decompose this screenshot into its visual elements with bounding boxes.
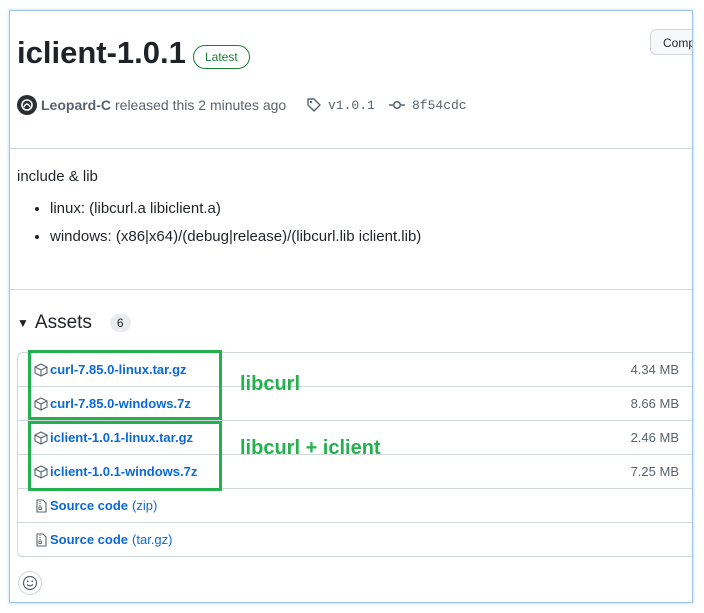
notes-intro: include & lib bbox=[17, 168, 98, 185]
released-text: released this 2 minutes ago bbox=[115, 97, 287, 113]
reaction-button[interactable] bbox=[18, 571, 42, 595]
commit-sha: 8f54cdc bbox=[412, 97, 467, 113]
tag-label: v1.0.1 bbox=[328, 97, 375, 113]
asset-size: 8.66 MB bbox=[630, 396, 679, 411]
divider bbox=[10, 148, 692, 149]
smiley-icon bbox=[22, 575, 38, 591]
highlight-box-curl bbox=[28, 350, 222, 420]
tag-link[interactable]: v1.0.1 bbox=[306, 97, 375, 113]
latest-badge: Latest bbox=[193, 45, 250, 69]
release-meta: Leopard-C released this 2 minutes ago bbox=[17, 95, 286, 115]
commit-icon bbox=[389, 100, 405, 110]
annotation-libcurl-iclient: libcurl + iclient bbox=[240, 437, 381, 459]
release-title[interactable]: iclient-1.0.1 bbox=[17, 35, 186, 71]
divider bbox=[10, 289, 692, 290]
list-item: windows: (x86|x64)/(debug|release)/(libc… bbox=[50, 227, 421, 246]
avatar[interactable] bbox=[17, 95, 37, 115]
assets-heading: Assets bbox=[34, 312, 92, 333]
highlight-box-iclient bbox=[28, 421, 222, 491]
notes-list: linux: (libcurl.a libiclient.a) windows:… bbox=[30, 199, 421, 255]
asset-size: 4.34 MB bbox=[630, 362, 679, 377]
list-item: linux: (libcurl.a libiclient.a) bbox=[50, 199, 421, 218]
commit-link[interactable]: 8f54cdc bbox=[388, 97, 467, 113]
source-targz-link[interactable]: Source code bbox=[50, 532, 128, 547]
source-zip-ext: (zip) bbox=[132, 498, 158, 513]
avatar-icon bbox=[21, 99, 33, 111]
annotation-libcurl: libcurl bbox=[240, 373, 301, 395]
source-zip-link[interactable]: Source code bbox=[50, 498, 128, 513]
asset-row[interactable]: Source code (zip) bbox=[18, 488, 692, 522]
asset-size: 7.25 MB bbox=[630, 464, 679, 479]
author-link[interactable]: Leopard-C bbox=[41, 97, 111, 113]
source-targz-ext: (tar.gz) bbox=[132, 532, 173, 547]
assets-toggle[interactable]: ▼ Assets 6 bbox=[17, 312, 131, 334]
file-zip-icon bbox=[36, 532, 47, 547]
file-zip-icon bbox=[36, 498, 47, 513]
asset-row[interactable]: Source code (tar.gz) bbox=[18, 522, 692, 556]
tag-icon bbox=[307, 98, 321, 112]
assets-count: 6 bbox=[109, 314, 131, 332]
caret-down-icon: ▼ bbox=[17, 316, 29, 330]
release-card: iclient-1.0.1 Latest Comp Leopard-C rele… bbox=[9, 10, 693, 603]
compare-button[interactable]: Comp bbox=[650, 29, 692, 55]
asset-size: 2.46 MB bbox=[630, 430, 679, 445]
